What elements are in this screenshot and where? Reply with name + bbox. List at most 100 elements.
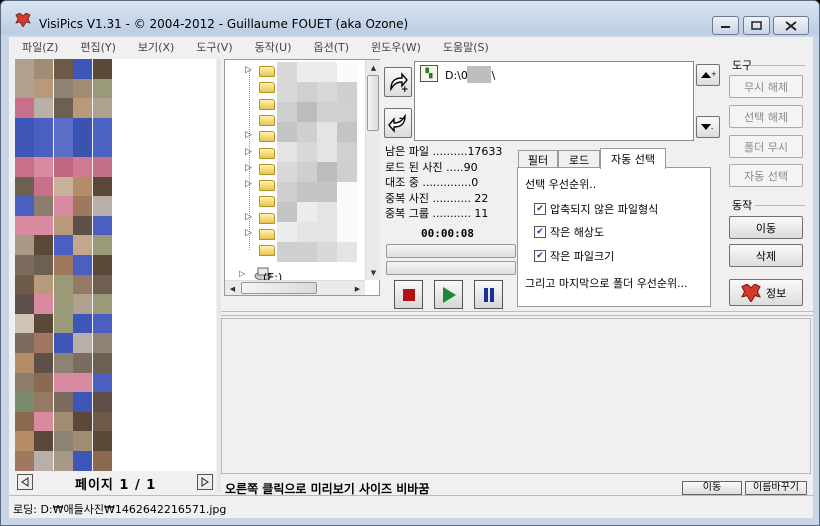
thumbnail-pixel <box>34 255 54 275</box>
stop-button[interactable] <box>394 280 423 309</box>
unignore-button[interactable]: 무시 해제 <box>729 75 803 98</box>
folder-name-pixel <box>297 202 317 222</box>
thumbnail-pixel <box>53 392 73 413</box>
folder-name-pixel <box>297 102 317 122</box>
page-prev-button[interactable] <box>17 474 33 490</box>
page-next-button[interactable] <box>197 474 213 490</box>
menu-action[interactable]: 동작(U) <box>242 39 301 55</box>
checkbox-small-filesize-label[interactable]: 작은 파일크기 <box>550 248 614 264</box>
info-button[interactable]: 정보 <box>729 279 803 306</box>
thumbnail-strip[interactable] <box>15 59 112 471</box>
triangle-up-plus-icon: + <box>701 70 716 78</box>
folder-name-pixel <box>317 182 337 202</box>
thumbnail-pixel <box>34 59 54 79</box>
expand-icon[interactable]: ▷ <box>245 65 252 75</box>
folder-name-pixel <box>277 122 297 142</box>
thumbnail-pixel <box>34 235 54 256</box>
horizontal-splitter[interactable] <box>221 311 813 316</box>
tree-vscroll-thumb[interactable] <box>367 75 379 131</box>
expand-icon[interactable]: ▷ <box>245 147 252 157</box>
thumbnail-pixel <box>73 235 93 256</box>
app-logo-icon <box>741 283 761 302</box>
move-button[interactable]: 이동 <box>729 216 803 239</box>
folder-name-pixel <box>317 162 337 182</box>
pause-button[interactable] <box>474 280 503 309</box>
remove-folder-button[interactable]: - <box>384 108 412 138</box>
folder-icon <box>259 114 275 126</box>
delete-button[interactable]: 삭제 <box>729 244 803 267</box>
menu-tools[interactable]: 도구(V) <box>183 39 241 55</box>
menu-help[interactable]: 도움말(S) <box>430 39 498 55</box>
maximize-icon <box>751 21 762 30</box>
expand-icon[interactable]: ▷ <box>245 212 252 222</box>
thumbnail-pixel <box>53 98 73 119</box>
play-button[interactable] <box>434 280 463 309</box>
bottom-move-button[interactable]: 이동 <box>682 481 742 495</box>
stat-groups: 중복 그룹 ........... 11 <box>385 207 489 220</box>
elapsed-timer: 00:00:08 <box>421 227 474 240</box>
thumbnail-pixel <box>92 372 112 393</box>
expand-icon[interactable]: ▷ <box>245 130 252 140</box>
checkbox-small-resolution-label[interactable]: 작은 해상도 <box>550 224 604 240</box>
auto-select-button[interactable]: 자동 선택 <box>729 164 803 187</box>
folder-tree[interactable]: ▷ ▷ ▷ ▷ ▷ ▷ ▷ ▷ (E:) ▲ ▼ ◀ ▶ <box>224 59 380 296</box>
menu-options[interactable]: 옵션(T) <box>301 39 359 55</box>
tree-hscroll-thumb[interactable] <box>241 282 317 294</box>
thumbnail-pixel <box>15 176 34 197</box>
move-up-button[interactable]: + <box>696 64 720 86</box>
menu-window[interactable]: 윈도우(W) <box>358 39 430 55</box>
thumbnail-pixel <box>53 196 73 217</box>
deselect-button[interactable]: 선택 해제 <box>729 105 803 128</box>
thumbnail-pixel <box>92 451 112 471</box>
tab-auto-select[interactable]: 자동 선택 <box>600 148 666 169</box>
move-down-button[interactable]: - <box>696 116 720 138</box>
tab-filter[interactable]: 필터 <box>518 150 558 168</box>
tab-load[interactable]: 로드 <box>558 150 600 168</box>
thumbnail-pixel <box>34 411 54 432</box>
ignore-folder-button[interactable]: 폴더 무시 <box>729 135 803 158</box>
minimize-button[interactable] <box>712 16 739 35</box>
expand-icon[interactable]: ▷ <box>245 228 252 238</box>
scroll-down-icon[interactable]: ▼ <box>366 265 381 280</box>
checkbox-uncompressed-label[interactable]: 압축되지 않은 파일형식 <box>550 201 658 217</box>
thumbnail-pixel <box>53 215 73 236</box>
thumbnail-pixel <box>92 353 112 373</box>
title-bar: VisiPics V1.31 - © 2004-2012 - Guillaume… <box>1 1 819 35</box>
checkbox-small-filesize[interactable]: ✔ <box>534 250 546 262</box>
thumbnail-pixel <box>53 176 73 197</box>
close-button[interactable] <box>773 16 809 35</box>
thumbnail-pixel <box>92 333 112 354</box>
folder-name-pixel <box>317 142 337 162</box>
scroll-right-icon[interactable]: ▶ <box>350 281 365 296</box>
thumbnail-pixel <box>15 98 34 119</box>
add-folder-button[interactable]: + <box>384 67 412 97</box>
thumbnail-pixel <box>73 215 93 236</box>
scroll-up-icon[interactable]: ▲ <box>366 60 381 75</box>
thumbnail-pixel <box>34 274 54 295</box>
rename-button[interactable]: 이름바꾸기 <box>745 481 807 495</box>
thumbnail-pixel <box>53 451 73 471</box>
menu-view[interactable]: 보기(X) <box>125 39 183 55</box>
thumbnail-pixel <box>92 313 112 334</box>
folder-priority-link[interactable]: 그리고 마지막으로 폴더 우선순위... <box>525 275 688 291</box>
stat-comparing: 대조 중 ..............0 <box>385 176 479 189</box>
tree-vertical-scrollbar[interactable]: ▲ ▼ <box>365 60 380 280</box>
folder-name-pixel <box>337 142 357 162</box>
preview-area[interactable] <box>221 318 811 474</box>
menu-edit[interactable]: 편집(Y) <box>67 39 125 55</box>
checkbox-small-resolution[interactable]: ✔ <box>534 226 546 238</box>
thumbnail-pixel <box>15 392 34 413</box>
menu-file[interactable]: 파일(Z) <box>9 39 67 55</box>
tree-horizontal-scrollbar[interactable]: ◀ ▶ <box>225 280 365 295</box>
expand-icon[interactable]: ▷ <box>245 163 252 173</box>
checkbox-uncompressed[interactable]: ✔ <box>534 203 546 215</box>
svg-text:-: - <box>399 114 403 124</box>
thumbnail-pixel <box>53 313 73 334</box>
thumbnail-pixel <box>15 157 34 177</box>
expand-icon[interactable]: ▷ <box>245 179 252 189</box>
status-bar: 로딩: D:₩애들사진₩1462642216571.jpg <box>9 495 813 518</box>
close-icon <box>785 20 797 31</box>
maximize-button[interactable] <box>743 16 770 35</box>
scroll-left-icon[interactable]: ◀ <box>225 281 240 296</box>
folder-list[interactable]: ▚ D:\0 사진\ <box>414 61 694 141</box>
